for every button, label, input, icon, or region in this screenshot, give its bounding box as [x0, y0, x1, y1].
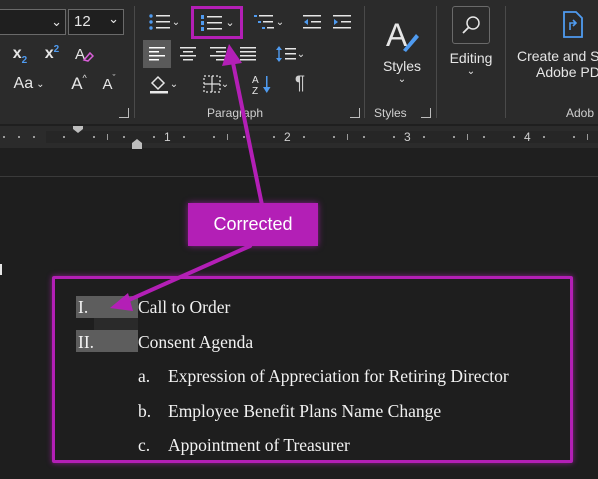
chevron-down-icon: ⌄ — [466, 66, 476, 77]
chevron-down-icon: ⌄ — [169, 78, 179, 90]
ruler-number: 3 — [404, 130, 411, 144]
sort-button[interactable]: A Z — [248, 70, 276, 98]
show-formatting-marks-button[interactable]: ¶ — [286, 70, 314, 98]
align-left-button[interactable] — [143, 40, 171, 68]
group-divider — [436, 6, 437, 118]
align-left-icon — [149, 47, 165, 61]
shading-button[interactable]: ⌄ — [143, 70, 183, 98]
superscript-x: x — [44, 45, 54, 62]
editing-button[interactable]: Editing ⌄ — [444, 6, 498, 90]
subscript-digit: 2 — [21, 54, 28, 66]
ruler-number: 1 — [164, 130, 171, 144]
svg-text:A: A — [386, 17, 408, 53]
font-size-dropdown[interactable]: 12 ⌄ — [68, 9, 124, 35]
styles-button-label: Styles — [382, 57, 422, 74]
shrink-font-button[interactable]: Aˇ — [96, 70, 122, 98]
clear-formatting-button[interactable]: A — [70, 40, 98, 68]
multilevel-list-button[interactable]: ⌄ — [248, 8, 288, 36]
increase-indent-icon — [333, 15, 351, 29]
align-right-icon — [210, 47, 226, 61]
ruler-ticks — [3, 134, 588, 140]
caret-down-icon: ˇ — [112, 73, 116, 83]
paragraph-group-label: Paragraph — [207, 106, 264, 120]
grow-font-label: A — [71, 74, 83, 93]
svg-text:Z: Z — [252, 86, 258, 95]
subscript-button[interactable]: x2 — [6, 40, 34, 68]
editing-label: Editing — [449, 50, 493, 66]
font-dialog-launcher-icon[interactable] — [119, 108, 129, 118]
chevron-down-icon: ⌄ — [220, 78, 230, 90]
corrected-callout: Corrected — [188, 203, 318, 246]
annotation-frame — [52, 276, 573, 463]
line-spacing-button[interactable]: ⌄ — [270, 40, 310, 68]
adobe-label-line2: Adobe PD — [536, 64, 598, 80]
adobe-group-label: Adob — [566, 106, 595, 120]
chevron-down-icon: ⌄ — [225, 17, 235, 29]
numbering-button[interactable]: ⌄ — [191, 6, 243, 39]
horizontal-ruler[interactable]: 1 2 3 4 — [0, 126, 598, 150]
ruler-number: 2 — [284, 130, 291, 144]
sort-icon: A Z — [252, 75, 271, 95]
paint-bucket-icon — [149, 75, 168, 94]
adobe-label-line1: Create and S — [517, 48, 598, 64]
group-divider — [364, 6, 365, 118]
grow-font-button[interactable]: A ^ — [66, 70, 92, 98]
chevron-down-icon: ⌄ — [275, 16, 285, 28]
ruler-number: 4 — [524, 130, 531, 144]
font-size-value: 12 — [74, 13, 91, 30]
eraser-icon: A — [75, 46, 94, 63]
superscript-button[interactable]: x2 — [38, 40, 66, 68]
justify-icon — [240, 47, 256, 61]
styles-icon: A — [386, 17, 419, 53]
borders-icon — [203, 75, 221, 93]
line-spacing-icon — [275, 46, 296, 62]
align-center-icon — [180, 47, 196, 61]
decrease-indent-button[interactable] — [298, 8, 326, 36]
pilcrow-icon: ¶ — [294, 73, 306, 94]
change-case-label: Aa — [13, 75, 34, 92]
svg-text:A: A — [252, 75, 259, 86]
shrink-font-label: A — [102, 75, 113, 93]
chevron-down-icon: ⌄ — [51, 14, 62, 29]
styles-dialog-launcher-icon[interactable] — [421, 108, 431, 118]
group-divider — [505, 6, 506, 118]
create-adobe-pdf-button[interactable]: Create and S Adobe PD — [512, 6, 598, 96]
paragraph-dialog-launcher-icon[interactable] — [350, 108, 360, 118]
bullets-button[interactable]: ⌄ — [144, 8, 184, 36]
pdf-share-icon — [563, 11, 583, 38]
decrease-indent-icon — [303, 15, 321, 29]
group-divider — [134, 6, 135, 118]
first-line-indent-marker-icon[interactable] — [72, 126, 84, 134]
align-right-button[interactable] — [204, 40, 232, 68]
chevron-down-icon: ⌄ — [171, 16, 181, 28]
chevron-down-icon: ⌄ — [296, 48, 306, 60]
multilevel-list-icon — [253, 15, 274, 29]
chevron-down-icon: ⌄ — [108, 11, 119, 26]
align-center-button[interactable] — [174, 40, 202, 68]
justify-button[interactable] — [234, 40, 262, 68]
styles-button[interactable]: A Styles ⌄ — [374, 10, 430, 90]
magnifier-icon — [462, 16, 480, 34]
change-case-button[interactable]: Aa ⌄ — [10, 70, 48, 98]
subscript-x: x — [12, 45, 22, 62]
font-name-dropdown[interactable]: ⌄ — [0, 9, 66, 35]
hanging-indent-marker-icon[interactable] — [131, 138, 143, 150]
superscript-digit: 2 — [53, 43, 60, 55]
bullet-list-icon — [149, 14, 170, 30]
chevron-down-icon: ⌄ — [397, 73, 407, 85]
text-cursor — [0, 264, 2, 275]
editing-icon-frame — [452, 6, 490, 44]
caret-up-icon: ^ — [82, 73, 87, 83]
increase-indent-button[interactable] — [328, 8, 356, 36]
borders-button[interactable]: ⌄ — [196, 70, 236, 98]
styles-group-label: Styles — [374, 106, 407, 120]
numbered-list-icon — [201, 14, 223, 31]
chevron-down-icon: ⌄ — [36, 78, 45, 90]
ribbon: ⌄ 12 ⌄ x2 x2 A Aa ⌄ A ^ Aˇ ⌄ ⌄ ⌄ ⌄ ⌄ ⌄ A… — [0, 0, 598, 124]
